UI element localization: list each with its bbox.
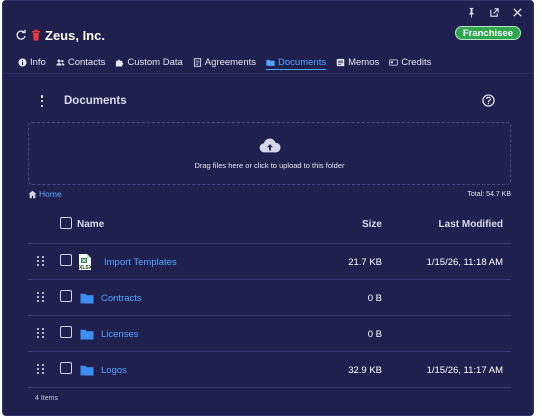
document-panel: Zeus, Inc. Franchisee Info Contacts Cust… (2, 0, 534, 416)
folder-icon (80, 329, 94, 339)
cloud-upload-icon (259, 138, 281, 153)
name-cell: Logos (80, 352, 127, 388)
tab-documents[interactable]: Documents (266, 55, 327, 70)
tab-label: Custom Data (127, 57, 183, 68)
row-checkbox[interactable] (60, 326, 72, 338)
xlsx-file-icon: XLSX (79, 254, 93, 271)
tab-agreements[interactable]: Agreements (193, 55, 256, 70)
column-name[interactable]: Name (77, 219, 104, 230)
tab-label: Contacts (67, 57, 106, 68)
contacts-icon (56, 59, 65, 66)
tab-label: Agreements (204, 57, 257, 68)
documents-header: Documents (28, 91, 508, 111)
folder-link[interactable]: Licenses (101, 329, 139, 340)
item-count: 4 Items (35, 395, 58, 402)
file-size: 32.9 KB (348, 364, 382, 376)
breadcrumb-home[interactable]: Home (28, 189, 62, 199)
name-cell: Licenses (80, 316, 139, 352)
dropzone-hint: Drag files here or click to upload to th… (194, 161, 345, 170)
folder-icon (80, 293, 94, 303)
pin-icon[interactable] (466, 7, 477, 18)
last-modified: 1/15/26, 11:18 AM (426, 256, 503, 268)
breadcrumb-row: Home Total: 54.7 KB (28, 188, 511, 200)
section-title: Documents (64, 95, 127, 107)
last-modified: 1/15/26, 11:17 AM (426, 364, 503, 376)
title-row: Zeus, Inc. Franchisee (15, 26, 521, 44)
upload-dropzone[interactable]: Drag files here or click to upload to th… (28, 122, 511, 185)
drag-handle-icon[interactable] (37, 256, 45, 267)
row-checkbox[interactable] (60, 254, 72, 266)
table-row[interactable]: Contracts 0 B (28, 280, 511, 316)
folder-icon (266, 59, 275, 66)
kebab-menu-icon[interactable] (36, 94, 48, 108)
tab-custom-data[interactable]: Custom Data (115, 55, 183, 70)
close-icon[interactable] (512, 7, 523, 18)
home-icon (28, 190, 37, 198)
tab-info[interactable]: Info (18, 55, 46, 70)
file-size: 0 B (367, 292, 382, 304)
table-header: Name Size Last Modified (28, 206, 511, 244)
folder-link[interactable]: Logos (101, 365, 127, 376)
tab-bar: Info Contacts Custom Data Agreements Doc… (18, 55, 441, 70)
name-cell: XLSX Import Templates (76, 244, 177, 280)
tab-contacts[interactable]: Contacts (56, 55, 106, 70)
table-row[interactable]: Licenses 0 B (28, 316, 511, 352)
select-all-checkbox[interactable] (60, 217, 72, 229)
external-link-icon[interactable] (489, 7, 500, 18)
help-icon[interactable] (482, 94, 495, 107)
column-size[interactable]: Size (362, 219, 382, 230)
drag-handle-icon[interactable] (37, 328, 45, 339)
info-icon (18, 58, 27, 67)
file-link[interactable]: Import Templates (104, 257, 177, 268)
name-cell: Contracts (80, 280, 142, 316)
tab-label: Credits (401, 57, 432, 68)
breadcrumb-label: Home (39, 189, 62, 199)
drag-handle-icon[interactable] (37, 292, 45, 303)
page-title: Zeus, Inc. (45, 27, 105, 43)
tab-label: Documents (278, 56, 327, 68)
trash-icon[interactable] (31, 29, 41, 41)
puzzle-icon (116, 59, 124, 67)
tab-label: Info (30, 57, 46, 68)
agreement-icon (193, 58, 201, 67)
documents-table: Name Size Last Modified XLSX Import Temp… (28, 206, 511, 388)
table-row[interactable]: Logos 32.9 KB 1/15/26, 11:17 AM (28, 352, 511, 388)
tab-memos[interactable]: Memos (336, 55, 379, 70)
drag-handle-icon[interactable] (37, 364, 45, 375)
table-row[interactable]: XLSX Import Templates 21.7 KB 1/15/26, 1… (28, 244, 511, 280)
total-size: Total: 54.7 KB (467, 190, 511, 198)
tab-label: Memos (348, 57, 380, 68)
window-controls (466, 7, 523, 18)
file-size: 21.7 KB (348, 256, 382, 268)
refresh-icon[interactable] (15, 29, 27, 41)
column-last-modified[interactable]: Last Modified (439, 219, 503, 230)
folder-link[interactable]: Contracts (101, 293, 142, 304)
file-size: 0 B (367, 328, 382, 340)
credits-icon (389, 59, 399, 66)
memo-icon (336, 58, 345, 67)
row-checkbox[interactable] (60, 290, 72, 302)
row-checkbox[interactable] (60, 362, 72, 374)
status-badge: Franchisee (454, 26, 521, 40)
tabs-divider (3, 73, 533, 74)
svg-text:XLSX: XLSX (79, 265, 93, 271)
folder-icon (80, 365, 94, 375)
tab-credits[interactable]: Credits (389, 55, 431, 70)
